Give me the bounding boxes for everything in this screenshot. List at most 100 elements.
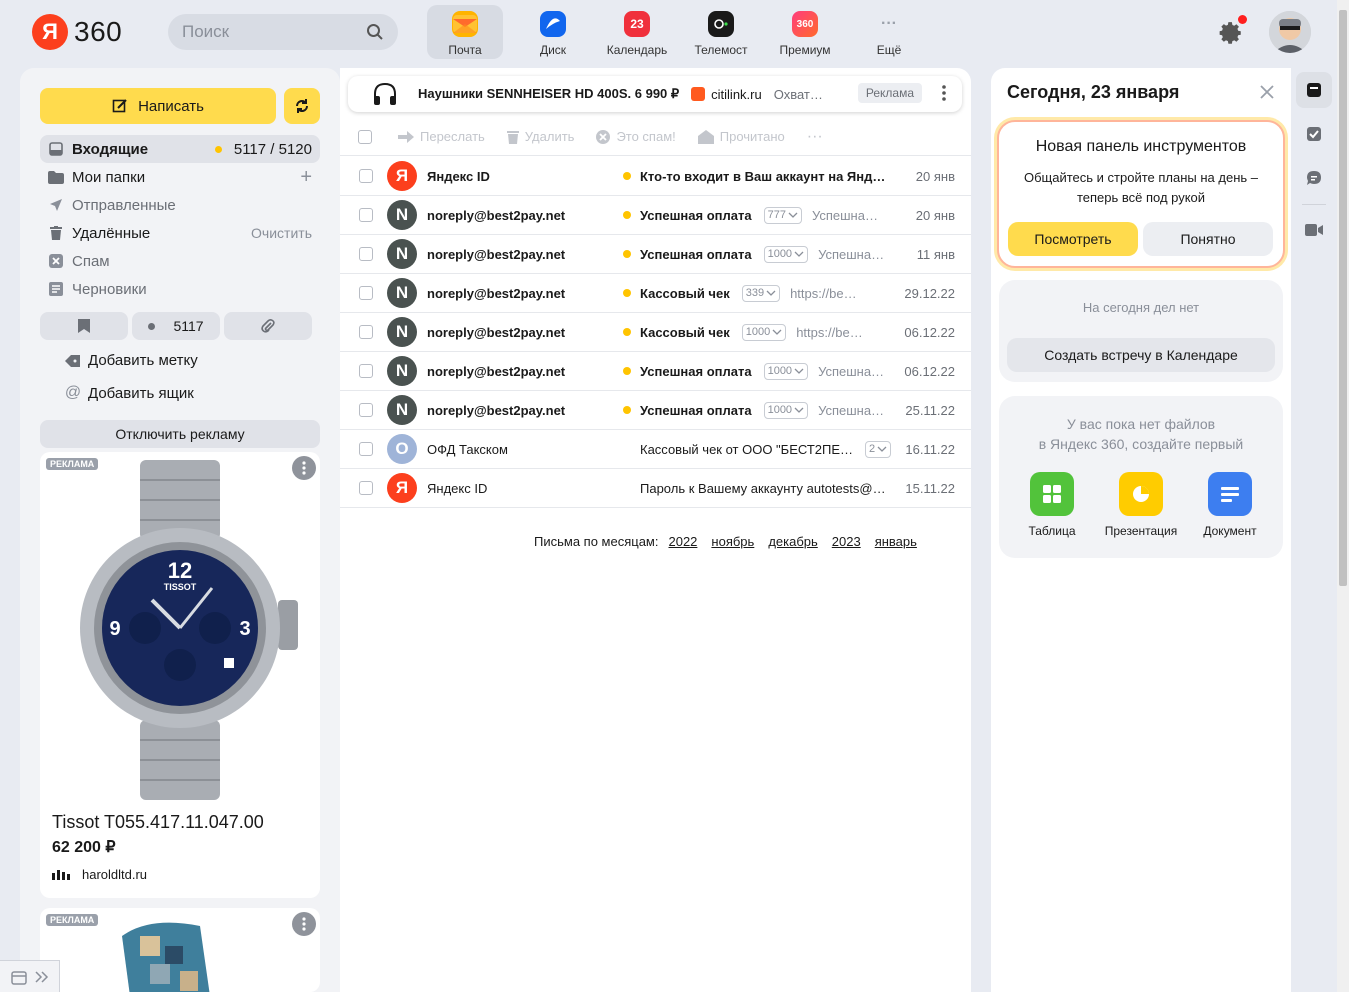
got-it-button[interactable]: Понятно <box>1143 222 1273 256</box>
refresh-button[interactable] <box>284 88 320 124</box>
filter-attachments[interactable] <box>224 312 312 340</box>
mail-checkbox[interactable] <box>359 364 373 378</box>
mail-checkbox[interactable] <box>359 208 373 222</box>
strip-day-button[interactable] <box>1296 72 1332 108</box>
filter-important[interactable] <box>40 312 128 340</box>
add-mailbox-link[interactable]: @ Добавить ящик <box>64 384 194 402</box>
create-meeting-button[interactable]: Создать встречу в Календаре <box>1007 338 1275 372</box>
page-scrollbar[interactable] <box>1337 0 1349 992</box>
kebab-menu-icon[interactable] <box>942 84 946 102</box>
disable-ads-button[interactable]: Отключить рекламу <box>40 420 320 448</box>
unread-dot[interactable] <box>623 211 631 219</box>
service-telemost[interactable]: Телемост <box>679 5 763 59</box>
compose-button[interactable]: Написать <box>40 88 276 124</box>
mail-checkbox[interactable] <box>359 442 373 456</box>
folder-inbox[interactable]: Входящие 5117 / 5120 <box>40 135 320 163</box>
mail-row[interactable]: О ОФД Такском Кассовый чек от ООО "БЕСТ2ПЕ… <box>340 430 971 469</box>
create-presentation-button[interactable]: Презентация <box>1101 472 1181 538</box>
thread-count[interactable]: 1000 <box>741 323 787 341</box>
mark-read-button[interactable]: Прочитано <box>697 129 785 144</box>
filter-unread-count: 5117 <box>173 318 204 334</box>
gear-icon[interactable] <box>1218 20 1244 46</box>
unread-dot[interactable] <box>623 328 631 336</box>
delete-label: Удалить <box>524 129 575 144</box>
thread-count[interactable]: 777 <box>763 206 802 224</box>
mail-checkbox[interactable] <box>359 403 373 417</box>
search-icon[interactable] <box>366 23 384 41</box>
month-link-november[interactable]: ноябрь <box>711 534 754 549</box>
search-box[interactable] <box>168 14 398 50</box>
avatar[interactable] <box>1269 11 1311 53</box>
mail-row[interactable]: Я Яндекс ID Пароль к Вашему аккаунту autot… <box>340 469 971 508</box>
ad-card-watch[interactable]: РЕКЛАМА 12 TISSOT 9 3 Tissot T055.417.11… <box>40 452 320 898</box>
thread-count[interactable]: 1000 <box>763 401 809 419</box>
close-icon[interactable] <box>1259 84 1275 100</box>
mail-date: 15.11.22 <box>905 480 955 496</box>
search-input[interactable] <box>182 22 352 42</box>
mail-checkbox[interactable] <box>359 169 373 183</box>
mail-date: 11 янв <box>916 246 955 262</box>
unread-dot[interactable] <box>623 289 631 297</box>
spam-button[interactable]: Это спам! <box>596 129 676 144</box>
filter-unread[interactable]: 5117 <box>132 312 220 340</box>
unread-dot[interactable] <box>623 367 631 375</box>
mail-subject: Кассовый чек от ООО "БЕСТ2ПЕ… <box>640 441 854 457</box>
add-folder-icon[interactable]: + <box>300 166 312 189</box>
mail-row[interactable]: Nnoreply@best2pay.net Успешная оплата 1000… <box>340 391 971 430</box>
folder-my-folders[interactable]: Мои папки + <box>40 163 320 191</box>
thread-count[interactable]: 1000 <box>763 362 809 380</box>
unread-dot[interactable] <box>623 250 631 258</box>
mail-checkbox[interactable] <box>359 286 373 300</box>
folder-sent[interactable]: Отправленные <box>40 191 320 219</box>
calendar-toggle-tool[interactable] <box>0 960 60 992</box>
thread-count[interactable]: 1000 <box>763 245 809 263</box>
strip-video-button[interactable] <box>1296 212 1332 248</box>
unread-dot[interactable] <box>214 145 222 153</box>
clear-trash-link[interactable]: Очистить <box>251 225 312 241</box>
month-link-january[interactable]: январь <box>875 534 917 549</box>
ad-domain[interactable]: haroldltd.ru <box>52 867 147 882</box>
create-document-button[interactable]: Документ <box>1190 472 1270 538</box>
mail-row[interactable]: Nnoreply@best2pay.net Успешная оплата 777 У… <box>340 196 971 235</box>
add-mailbox-text: Добавить ящик <box>88 384 194 402</box>
month-link-december[interactable]: декабрь <box>768 534 817 549</box>
promo-banner[interactable]: Наушники SENNHEISER HD 400S. 6 990 ₽ cit… <box>348 76 962 112</box>
mail-row[interactable]: Nnoreply@best2pay.net Успешная оплата 1000… <box>340 235 971 274</box>
month-link-2022[interactable]: 2022 <box>668 534 697 549</box>
folder-drafts[interactable]: Черновики <box>40 275 320 303</box>
unread-dot[interactable] <box>623 172 631 180</box>
create-table-button[interactable]: Таблица <box>1012 472 1092 538</box>
ad-more-icon[interactable] <box>292 912 316 936</box>
mail-row[interactable]: Я Яндекс ID Кто-то входит в Ваш аккаунт на… <box>340 157 971 196</box>
folder-trash[interactable]: Удалённые Очистить <box>40 219 320 247</box>
more-actions-icon[interactable]: ··· <box>807 128 823 146</box>
thread-count[interactable]: 339 <box>741 284 781 302</box>
select-all-checkbox[interactable] <box>358 129 372 144</box>
forward-button[interactable]: Переслать <box>398 129 485 144</box>
service-disk[interactable]: Диск <box>511 5 595 59</box>
month-link-2023[interactable]: 2023 <box>832 534 861 549</box>
mail-row[interactable]: Nnoreply@best2pay.net Кассовый чек 1000 htt… <box>340 313 971 352</box>
view-button[interactable]: Посмотреть <box>1008 222 1138 256</box>
mail-checkbox[interactable] <box>359 481 373 495</box>
ad-price: 62 200 ₽ <box>52 839 116 856</box>
mail-checkbox[interactable] <box>359 247 373 261</box>
service-calendar[interactable]: 23 Календарь <box>595 5 679 59</box>
thread-count[interactable]: 2 <box>865 440 892 458</box>
folder-spam[interactable]: Спам <box>40 247 320 275</box>
add-label-link[interactable]: Добавить метку <box>64 352 198 369</box>
mail-row[interactable]: Nnoreply@best2pay.net Кассовый чек 339 http… <box>340 274 971 313</box>
scrollbar-thumb[interactable] <box>1339 10 1347 586</box>
strip-tasks-button[interactable] <box>1296 116 1332 152</box>
unread-dot[interactable] <box>623 406 631 414</box>
ad-card-chair[interactable]: РЕКЛАМА <box>40 908 320 992</box>
yandex-360-logo[interactable]: Я 360 <box>32 14 122 50</box>
service-premium[interactable]: 360 Премиум <box>763 5 847 59</box>
service-mail[interactable]: Почта <box>427 5 503 59</box>
checkbox-icon <box>1307 127 1321 141</box>
strip-messenger-button[interactable] <box>1296 160 1332 196</box>
mail-row[interactable]: Nnoreply@best2pay.net Успешная оплата 1000… <box>340 352 971 391</box>
mail-checkbox[interactable] <box>359 325 373 339</box>
service-more[interactable]: ··· Ещё <box>847 5 931 59</box>
delete-button[interactable]: Удалить <box>506 129 575 144</box>
